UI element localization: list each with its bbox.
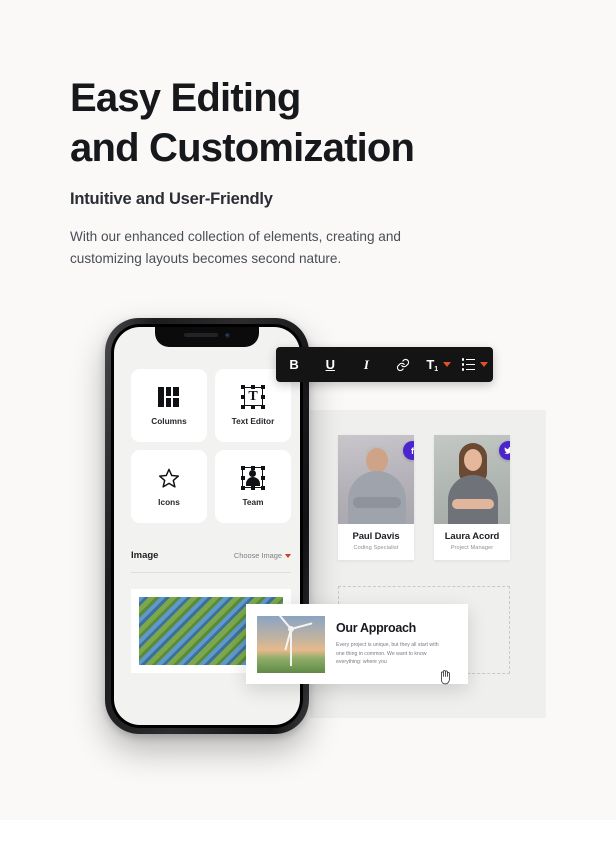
columns-icon	[158, 386, 180, 408]
body-paragraph: With our enhanced collection of elements…	[70, 229, 401, 266]
text-style-sub: 1	[434, 365, 439, 373]
choose-image-label: Choose Image	[233, 551, 282, 560]
subheading: Intuitive and User-Friendly	[70, 190, 273, 208]
bold-button[interactable]: B	[276, 347, 312, 382]
link-button[interactable]	[385, 347, 421, 382]
widget-team[interactable]: Team	[215, 450, 291, 523]
team-member-role: Project Manager	[450, 545, 494, 551]
person-icon	[241, 465, 265, 490]
underline-label: U	[325, 357, 335, 372]
team-member-name: Laura Acord	[444, 531, 500, 542]
widget-label: Team	[242, 496, 264, 507]
team-member-photo	[434, 435, 510, 524]
team-member-name: Paul Davis	[352, 531, 400, 542]
chevron-down-icon	[443, 362, 452, 367]
underline-button[interactable]: U	[312, 347, 348, 382]
page-root: Easy Editing and Customization Intuitive…	[0, 0, 616, 820]
phone-notch	[155, 327, 259, 347]
our-approach-card[interactable]: Our Approach Every project is unique, bu…	[246, 604, 468, 684]
team-member-photo: f	[338, 435, 414, 524]
twitter-bird-icon	[504, 447, 510, 454]
wind-turbine-image	[257, 615, 325, 673]
widget-columns[interactable]: Columns	[131, 369, 207, 442]
social-glyph: f	[411, 445, 414, 456]
text-style-button[interactable]: T1	[421, 347, 457, 382]
bullet-list-icon	[461, 358, 476, 371]
widget-label: Icons	[158, 496, 180, 507]
our-approach-title: Our Approach	[336, 621, 416, 636]
text-format-toolbar: B U I T1	[276, 347, 493, 382]
divider	[131, 572, 291, 573]
headline-line-2: and Customization	[70, 126, 415, 170]
italic-button[interactable]: I	[348, 347, 384, 382]
list-button[interactable]	[457, 347, 493, 382]
speaker-icon	[184, 333, 218, 337]
widget-label: Text Editor	[231, 415, 275, 426]
image-section-title: Image	[131, 550, 159, 561]
chevron-down-icon	[480, 362, 489, 367]
grab-cursor-icon	[438, 668, 453, 691]
team-member-card[interactable]: Laura Acord Project Manager	[434, 435, 510, 560]
image-section-header: Image Choose Image	[131, 550, 291, 561]
widget-grid: Columns T Text Editor Icons Team	[131, 369, 291, 523]
headline-line-1: Easy Editing	[70, 76, 301, 120]
italic-label: I	[363, 356, 369, 372]
star-icon	[158, 467, 180, 489]
chevron-down-icon	[285, 553, 291, 558]
team-member-role: Coding Specialist	[353, 545, 399, 551]
link-icon	[396, 358, 409, 371]
text-editor-icon: T	[241, 384, 265, 409]
page-title: Easy Editing and Customization	[70, 73, 540, 173]
choose-image-button[interactable]: Choose Image	[234, 551, 291, 560]
our-approach-body: Every project is unique, but they all st…	[336, 642, 439, 666]
widget-label: Columns	[151, 415, 187, 426]
bold-label: B	[289, 357, 299, 372]
widget-icons[interactable]: Icons	[131, 450, 207, 523]
camera-icon	[225, 333, 230, 338]
team-member-card[interactable]: f Paul Davis Coding Specialist	[338, 435, 414, 560]
